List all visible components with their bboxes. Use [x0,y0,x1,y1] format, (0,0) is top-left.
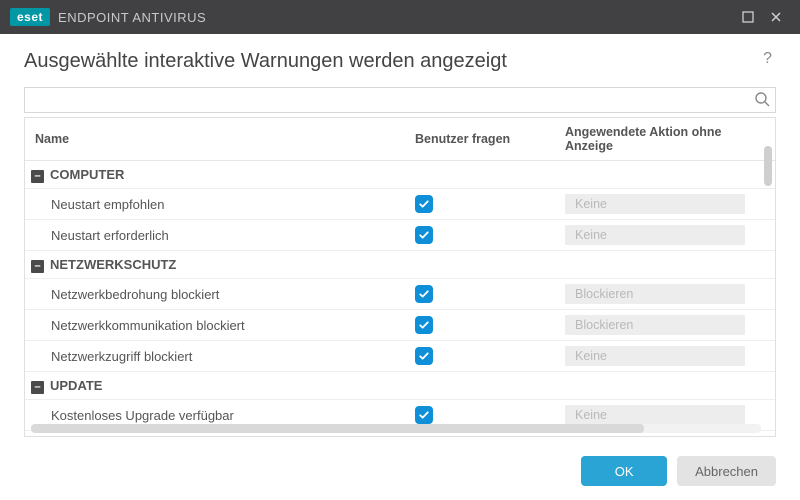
applied-action[interactable]: Blockieren [565,315,745,335]
close-icon[interactable] [762,7,790,27]
row-name: Netzwerkkommunikation blockiert [25,310,405,341]
brand-text: ENDPOINT ANTIVIRUS [58,10,206,25]
page-title: Ausgewählte interaktive Warnungen werden… [24,50,759,73]
cancel-button[interactable]: Abbrechen [677,456,776,486]
column-header-action[interactable]: Angewendete Aktion ohne Anzeige [555,118,775,161]
ok-button[interactable]: OK [581,456,667,486]
row-name: Netzwerkbedrohung blockiert [25,279,405,310]
collapse-icon[interactable]: – [31,260,44,273]
column-header-ask[interactable]: Benutzer fragen [405,118,555,161]
group-label: UPDATE [50,378,102,393]
collapse-icon[interactable]: – [31,381,44,394]
column-header-name[interactable]: Name [25,118,405,161]
ask-user-checkbox[interactable] [415,406,433,424]
row-name: Netzwerkzugriff blockiert [25,341,405,372]
group-row[interactable]: –UPDATE [25,372,775,400]
group-row[interactable]: –NETZWERKSCHUTZ [25,251,775,279]
collapse-icon[interactable]: – [31,170,44,183]
ask-user-checkbox[interactable] [415,226,433,244]
ask-user-checkbox[interactable] [415,285,433,303]
horizontal-scrollbar[interactable] [31,424,761,433]
table-row[interactable]: Neustart erforderlich Keine [25,220,775,251]
help-icon[interactable]: ? [759,50,776,68]
titlebar: eset ENDPOINT ANTIVIRUS [0,0,800,34]
applied-action[interactable]: Keine [565,405,745,425]
applied-action[interactable]: Keine [565,346,745,366]
applied-action[interactable]: Keine [565,194,745,214]
brand-badge: eset [10,8,50,26]
table-row[interactable]: Netzwerkkommunikation blockiert Blockiere… [25,310,775,341]
ask-user-checkbox[interactable] [415,195,433,213]
table-row[interactable]: Neustart empfohlen Keine [25,189,775,220]
group-row[interactable]: –COMPUTER [25,161,775,189]
vertical-scrollbar[interactable] [764,146,772,422]
applied-action[interactable]: Blockieren [565,284,745,304]
minimize-icon[interactable] [734,7,762,27]
settings-table: Name Benutzer fragen Angewendete Aktion … [24,117,776,437]
search-icon[interactable] [754,91,770,110]
ask-user-checkbox[interactable] [415,347,433,365]
search-input[interactable] [24,87,776,113]
group-label: COMPUTER [50,167,124,182]
table-row[interactable]: Netzwerkbedrohung blockiert Blockieren [25,279,775,310]
group-label: NETZWERKSCHUTZ [50,257,176,272]
ask-user-checkbox[interactable] [415,316,433,334]
applied-action[interactable]: Keine [565,225,745,245]
row-name: Neustart erforderlich [25,220,405,251]
table-row[interactable]: Netzwerkzugriff blockiert Keine [25,341,775,372]
row-name: Neustart empfohlen [25,189,405,220]
